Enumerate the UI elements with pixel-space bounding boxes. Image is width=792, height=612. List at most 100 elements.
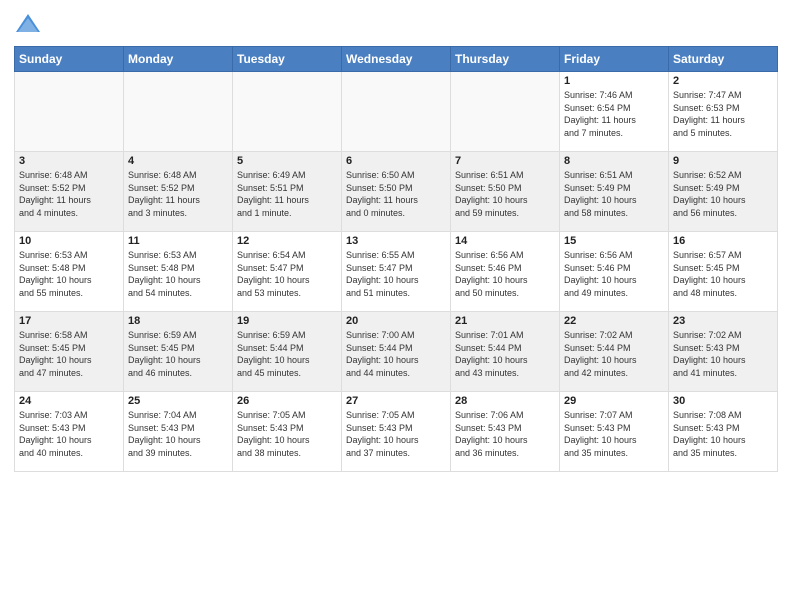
weekday-header-thursday: Thursday	[451, 47, 560, 72]
day-info: Sunrise: 7:05 AM Sunset: 5:43 PM Dayligh…	[346, 409, 446, 459]
day-number: 26	[237, 395, 337, 407]
weekday-header-row: SundayMondayTuesdayWednesdayThursdayFrid…	[15, 47, 778, 72]
day-info: Sunrise: 6:59 AM Sunset: 5:45 PM Dayligh…	[128, 329, 228, 379]
calendar-cell: 21 Sunrise: 7:01 AM Sunset: 5:44 PM Dayli…	[451, 312, 560, 392]
day-number: 11	[128, 235, 228, 247]
day-info: Sunrise: 6:48 AM Sunset: 5:52 PM Dayligh…	[128, 169, 228, 219]
calendar-cell: 16 Sunrise: 6:57 AM Sunset: 5:45 PM Dayli…	[669, 232, 778, 312]
day-number: 28	[455, 395, 555, 407]
calendar-cell: 7 Sunrise: 6:51 AM Sunset: 5:50 PM Daylig…	[451, 152, 560, 232]
calendar-cell: 2Sunrise: 7:47 AM Sunset: 6:53 PM Daylig…	[669, 72, 778, 152]
day-info: Sunrise: 7:02 AM Sunset: 5:43 PM Dayligh…	[673, 329, 773, 379]
day-number: 7	[455, 155, 555, 167]
day-info: Sunrise: 6:56 AM Sunset: 5:46 PM Dayligh…	[455, 249, 555, 299]
calendar-cell: 29Sunrise: 7:07 AM Sunset: 5:43 PM Dayli…	[560, 392, 669, 472]
calendar-cell: 18 Sunrise: 6:59 AM Sunset: 5:45 PM Dayli…	[124, 312, 233, 392]
day-number: 27	[346, 395, 446, 407]
calendar-cell: 27 Sunrise: 7:05 AM Sunset: 5:43 PM Dayli…	[342, 392, 451, 472]
day-info: Sunrise: 7:07 AM Sunset: 5:43 PM Dayligh…	[564, 409, 664, 459]
calendar-body: 1Sunrise: 7:46 AM Sunset: 6:54 PM Daylig…	[15, 72, 778, 472]
day-number: 16	[673, 235, 773, 247]
day-number: 23	[673, 315, 773, 327]
logo-icon	[14, 10, 42, 38]
calendar-cell: 24 Sunrise: 7:03 AM Sunset: 5:43 PM Dayli…	[15, 392, 124, 472]
day-number: 22	[564, 315, 664, 327]
day-info: Sunrise: 6:54 AM Sunset: 5:47 PM Dayligh…	[237, 249, 337, 299]
day-info: Sunrise: 6:55 AM Sunset: 5:47 PM Dayligh…	[346, 249, 446, 299]
day-info: Sunrise: 7:00 AM Sunset: 5:44 PM Dayligh…	[346, 329, 446, 379]
calendar-week-5: 24 Sunrise: 7:03 AM Sunset: 5:43 PM Dayli…	[15, 392, 778, 472]
weekday-header-wednesday: Wednesday	[342, 47, 451, 72]
day-number: 10	[19, 235, 119, 247]
day-info: Sunrise: 6:57 AM Sunset: 5:45 PM Dayligh…	[673, 249, 773, 299]
calendar-cell	[233, 72, 342, 152]
day-info: Sunrise: 7:05 AM Sunset: 5:43 PM Dayligh…	[237, 409, 337, 459]
day-number: 24	[19, 395, 119, 407]
calendar-week-4: 17 Sunrise: 6:58 AM Sunset: 5:45 PM Dayli…	[15, 312, 778, 392]
day-number: 9	[673, 155, 773, 167]
calendar-cell	[15, 72, 124, 152]
calendar-cell: 3 Sunrise: 6:48 AM Sunset: 5:52 PM Daylig…	[15, 152, 124, 232]
calendar-cell: 1Sunrise: 7:46 AM Sunset: 6:54 PM Daylig…	[560, 72, 669, 152]
day-number: 20	[346, 315, 446, 327]
weekday-header-monday: Monday	[124, 47, 233, 72]
calendar-header: SundayMondayTuesdayWednesdayThursdayFrid…	[15, 47, 778, 72]
calendar: SundayMondayTuesdayWednesdayThursdayFrid…	[14, 46, 778, 472]
calendar-cell: 4 Sunrise: 6:48 AM Sunset: 5:52 PM Daylig…	[124, 152, 233, 232]
calendar-cell: 23 Sunrise: 7:02 AM Sunset: 5:43 PM Dayli…	[669, 312, 778, 392]
day-number: 6	[346, 155, 446, 167]
calendar-cell	[342, 72, 451, 152]
calendar-cell: 15 Sunrise: 6:56 AM Sunset: 5:46 PM Dayli…	[560, 232, 669, 312]
day-number: 21	[455, 315, 555, 327]
header	[14, 10, 778, 38]
day-info: Sunrise: 6:50 AM Sunset: 5:50 PM Dayligh…	[346, 169, 446, 219]
day-number: 19	[237, 315, 337, 327]
weekday-header-tuesday: Tuesday	[233, 47, 342, 72]
day-info: Sunrise: 6:59 AM Sunset: 5:44 PM Dayligh…	[237, 329, 337, 379]
calendar-cell: 12Sunrise: 6:54 AM Sunset: 5:47 PM Dayli…	[233, 232, 342, 312]
day-number: 17	[19, 315, 119, 327]
day-info: Sunrise: 7:47 AM Sunset: 6:53 PM Dayligh…	[673, 89, 773, 139]
calendar-cell: 11 Sunrise: 6:53 AM Sunset: 5:48 PM Dayli…	[124, 232, 233, 312]
weekday-header-sunday: Sunday	[15, 47, 124, 72]
calendar-cell: 20 Sunrise: 7:00 AM Sunset: 5:44 PM Dayli…	[342, 312, 451, 392]
day-number: 15	[564, 235, 664, 247]
day-info: Sunrise: 6:51 AM Sunset: 5:50 PM Dayligh…	[455, 169, 555, 219]
page: SundayMondayTuesdayWednesdayThursdayFrid…	[0, 0, 792, 482]
day-info: Sunrise: 7:46 AM Sunset: 6:54 PM Dayligh…	[564, 89, 664, 139]
day-info: Sunrise: 6:58 AM Sunset: 5:45 PM Dayligh…	[19, 329, 119, 379]
day-number: 25	[128, 395, 228, 407]
day-number: 5	[237, 155, 337, 167]
calendar-cell: 22 Sunrise: 7:02 AM Sunset: 5:44 PM Dayli…	[560, 312, 669, 392]
calendar-week-3: 10 Sunrise: 6:53 AM Sunset: 5:48 PM Dayli…	[15, 232, 778, 312]
calendar-cell: 9 Sunrise: 6:52 AM Sunset: 5:49 PM Daylig…	[669, 152, 778, 232]
calendar-cell: 19 Sunrise: 6:59 AM Sunset: 5:44 PM Dayli…	[233, 312, 342, 392]
day-number: 8	[564, 155, 664, 167]
day-info: Sunrise: 6:53 AM Sunset: 5:48 PM Dayligh…	[19, 249, 119, 299]
calendar-cell: 26 Sunrise: 7:05 AM Sunset: 5:43 PM Dayli…	[233, 392, 342, 472]
calendar-cell: 25 Sunrise: 7:04 AM Sunset: 5:43 PM Dayli…	[124, 392, 233, 472]
calendar-cell: 8 Sunrise: 6:51 AM Sunset: 5:49 PM Daylig…	[560, 152, 669, 232]
day-info: Sunrise: 6:51 AM Sunset: 5:49 PM Dayligh…	[564, 169, 664, 219]
calendar-cell: 28Sunrise: 7:06 AM Sunset: 5:43 PM Dayli…	[451, 392, 560, 472]
weekday-header-friday: Friday	[560, 47, 669, 72]
day-number: 18	[128, 315, 228, 327]
calendar-cell: 17 Sunrise: 6:58 AM Sunset: 5:45 PM Dayli…	[15, 312, 124, 392]
day-number: 3	[19, 155, 119, 167]
day-info: Sunrise: 7:01 AM Sunset: 5:44 PM Dayligh…	[455, 329, 555, 379]
day-info: Sunrise: 6:53 AM Sunset: 5:48 PM Dayligh…	[128, 249, 228, 299]
calendar-cell: 5Sunrise: 6:49 AM Sunset: 5:51 PM Daylig…	[233, 152, 342, 232]
day-number: 14	[455, 235, 555, 247]
calendar-cell: 13 Sunrise: 6:55 AM Sunset: 5:47 PM Dayli…	[342, 232, 451, 312]
day-info: Sunrise: 7:02 AM Sunset: 5:44 PM Dayligh…	[564, 329, 664, 379]
day-info: Sunrise: 6:56 AM Sunset: 5:46 PM Dayligh…	[564, 249, 664, 299]
day-info: Sunrise: 7:03 AM Sunset: 5:43 PM Dayligh…	[19, 409, 119, 459]
day-number: 4	[128, 155, 228, 167]
day-info: Sunrise: 6:52 AM Sunset: 5:49 PM Dayligh…	[673, 169, 773, 219]
weekday-header-saturday: Saturday	[669, 47, 778, 72]
calendar-cell: 6 Sunrise: 6:50 AM Sunset: 5:50 PM Daylig…	[342, 152, 451, 232]
calendar-cell: 30Sunrise: 7:08 AM Sunset: 5:43 PM Dayli…	[669, 392, 778, 472]
day-info: Sunrise: 7:04 AM Sunset: 5:43 PM Dayligh…	[128, 409, 228, 459]
day-info: Sunrise: 6:48 AM Sunset: 5:52 PM Dayligh…	[19, 169, 119, 219]
day-number: 13	[346, 235, 446, 247]
